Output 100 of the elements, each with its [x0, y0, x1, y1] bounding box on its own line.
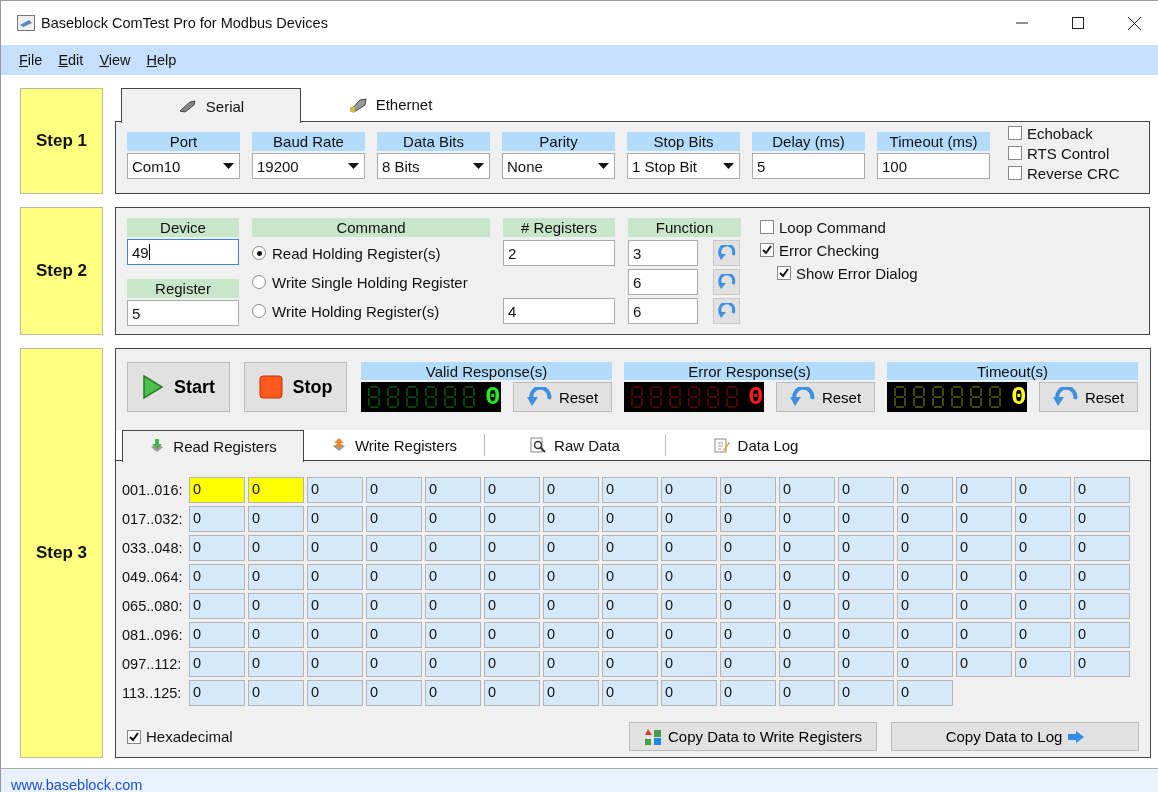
close-icon[interactable]	[1128, 16, 1141, 30]
register-cell[interactable]: 0	[661, 535, 717, 561]
maximize-icon[interactable]	[1072, 17, 1084, 29]
register-cell[interactable]: 0	[484, 651, 540, 677]
register-cell[interactable]: 0	[720, 564, 776, 590]
menu-item[interactable]: File	[11, 52, 51, 68]
radio-button[interactable]	[252, 246, 266, 260]
register-cell[interactable]: 0	[189, 593, 245, 619]
text-field[interactable]: 6	[628, 269, 698, 295]
register-cell[interactable]: 0	[1015, 535, 1071, 561]
register-cell[interactable]: 0	[484, 622, 540, 648]
register-cell[interactable]: 0	[779, 593, 835, 619]
register-cell[interactable]: 0	[189, 477, 245, 503]
register-cell[interactable]: 0	[366, 564, 422, 590]
register-cell[interactable]: 0	[543, 651, 599, 677]
register-cell[interactable]: 0	[307, 622, 363, 648]
tab[interactable]: Ethernet	[301, 88, 479, 121]
register-cell[interactable]: 0	[543, 506, 599, 532]
checkbox[interactable]	[127, 729, 141, 744]
checkbox[interactable]	[1008, 126, 1022, 140]
register-cell[interactable]: 0	[661, 564, 717, 590]
reset-button[interactable]: Reset	[513, 382, 612, 412]
register-cell[interactable]: 0	[307, 535, 363, 561]
register-cell[interactable]: 0	[897, 680, 953, 706]
register-cell[interactable]: 0	[484, 506, 540, 532]
register-cell[interactable]: 0	[425, 564, 481, 590]
register-cell[interactable]: 0	[543, 622, 599, 648]
register-cell[interactable]: 0	[1015, 506, 1071, 532]
register-cell[interactable]: 0	[838, 564, 894, 590]
register-cell[interactable]: 0	[248, 622, 304, 648]
register-cell[interactable]: 0	[248, 535, 304, 561]
register-cell[interactable]: 0	[956, 535, 1012, 561]
register-cell[interactable]: 0	[661, 680, 717, 706]
register-cell[interactable]: 0	[838, 651, 894, 677]
register-cell[interactable]: 0	[956, 651, 1012, 677]
register-cell[interactable]: 0	[602, 535, 658, 561]
register-cell[interactable]: 0	[838, 680, 894, 706]
register-cell[interactable]: 0	[602, 506, 658, 532]
copy-to-log-button[interactable]: Copy Data to Log	[891, 722, 1139, 751]
register-cell[interactable]: 0	[189, 680, 245, 706]
register-cell[interactable]: 0	[838, 477, 894, 503]
checkbox[interactable]	[1008, 146, 1022, 160]
register-cell[interactable]: 0	[838, 622, 894, 648]
tab[interactable]: Read Registers	[122, 430, 304, 462]
register-cell[interactable]: 0	[307, 477, 363, 503]
menu-item[interactable]: View	[91, 52, 139, 68]
register-cell[interactable]: 0	[661, 622, 717, 648]
register-cell[interactable]: 0	[602, 680, 658, 706]
register-cell[interactable]: 0	[779, 477, 835, 503]
register-cell[interactable]: 0	[484, 564, 540, 590]
register-cell[interactable]: 0	[602, 477, 658, 503]
reset-button[interactable]	[713, 298, 740, 324]
checkbox[interactable]	[760, 243, 774, 257]
register-cell[interactable]: 0	[484, 680, 540, 706]
register-cell[interactable]: 0	[425, 680, 481, 706]
register-cell[interactable]: 0	[425, 651, 481, 677]
tab[interactable]: Write Registers	[304, 434, 485, 456]
register-cell[interactable]: 0	[661, 506, 717, 532]
register-cell[interactable]: 0	[1015, 564, 1071, 590]
radio-button[interactable]	[252, 304, 266, 318]
register-cell[interactable]: 0	[1074, 506, 1130, 532]
register-cell[interactable]: 0	[956, 593, 1012, 619]
register-cell[interactable]: 0	[720, 593, 776, 619]
register-cell[interactable]: 0	[484, 593, 540, 619]
register-cell[interactable]: 0	[543, 564, 599, 590]
start-button[interactable]: Start	[127, 362, 230, 412]
register-cell[interactable]: 0	[189, 506, 245, 532]
register-cell[interactable]: 0	[779, 622, 835, 648]
register-cell[interactable]: 0	[956, 477, 1012, 503]
register-cell[interactable]: 0	[366, 680, 422, 706]
register-cell[interactable]: 0	[720, 622, 776, 648]
register-cell[interactable]: 0	[484, 535, 540, 561]
register-cell[interactable]: 0	[1074, 535, 1130, 561]
register-cell[interactable]: 0	[248, 651, 304, 677]
register-cell[interactable]: 0	[897, 622, 953, 648]
register-cell[interactable]: 0	[543, 535, 599, 561]
register-cell[interactable]: 0	[661, 651, 717, 677]
register-cell[interactable]: 0	[425, 477, 481, 503]
register-cell[interactable]: 0	[366, 535, 422, 561]
register-cell[interactable]: 0	[248, 477, 304, 503]
register-cell[interactable]: 0	[248, 506, 304, 532]
register-cell[interactable]: 0	[720, 477, 776, 503]
reset-button[interactable]: Reset	[776, 382, 875, 412]
register-cell[interactable]: 0	[543, 593, 599, 619]
register-cell[interactable]: 0	[1015, 593, 1071, 619]
register-cell[interactable]: 0	[1015, 477, 1071, 503]
register-cell[interactable]: 0	[897, 593, 953, 619]
register-cell[interactable]: 0	[543, 680, 599, 706]
text-field[interactable]: 49	[127, 239, 239, 265]
checkbox[interactable]	[760, 220, 774, 234]
radio-button[interactable]	[252, 275, 266, 289]
register-cell[interactable]: 0	[1074, 477, 1130, 503]
register-cell[interactable]: 0	[189, 535, 245, 561]
register-cell[interactable]: 0	[1015, 651, 1071, 677]
dropdown[interactable]: Com10	[127, 153, 240, 179]
register-cell[interactable]: 0	[838, 535, 894, 561]
checkbox[interactable]	[777, 266, 791, 280]
register-cell[interactable]: 0	[602, 593, 658, 619]
register-cell[interactable]: 0	[248, 680, 304, 706]
website-link[interactable]: www.baseblock.com	[11, 777, 143, 792]
